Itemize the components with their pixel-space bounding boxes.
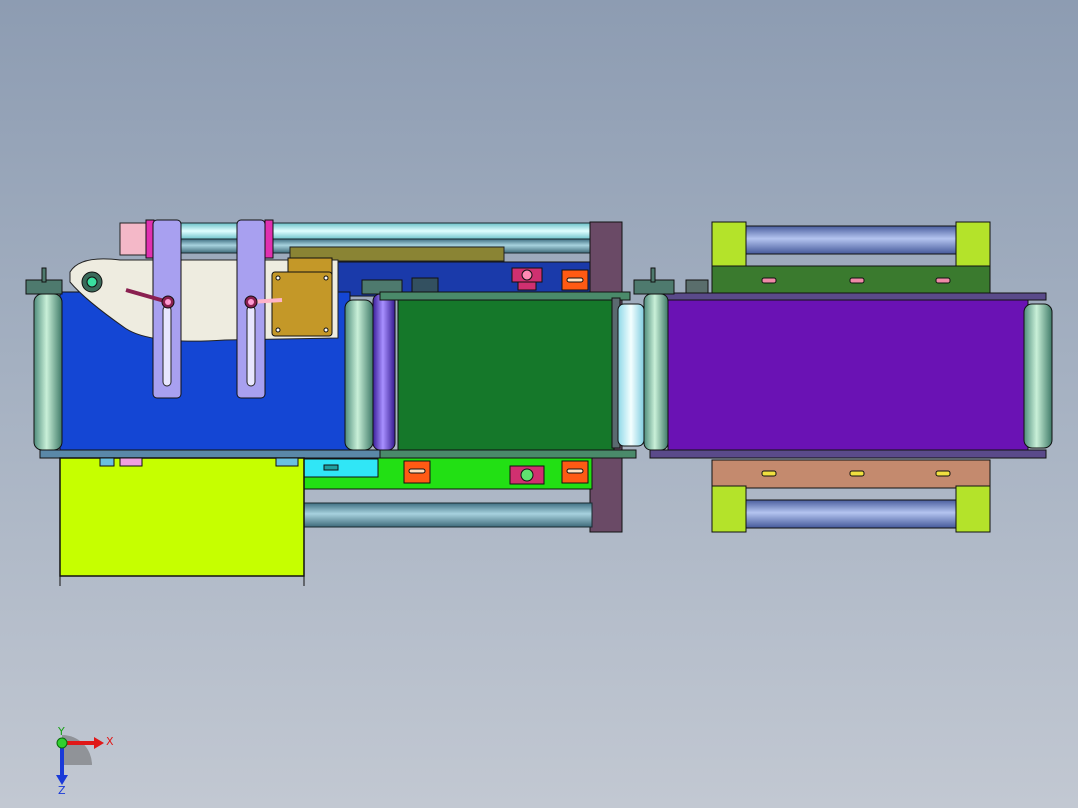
magenta-bearing-bottom[interactable]	[509, 465, 545, 485]
collection-tray[interactable]	[59, 457, 305, 577]
right-conveyor-end-roller[interactable]	[1023, 303, 1053, 449]
y-axis-label: Y	[57, 725, 65, 738]
middle-conveyor-belt[interactable]	[397, 297, 615, 455]
right-bottom-lime-block-right[interactable]	[955, 485, 991, 533]
left-end-roller[interactable]	[25, 267, 63, 451]
triad-shadow	[62, 735, 92, 765]
left-conveyor-drive-roller[interactable]	[344, 299, 374, 451]
orange-slot-block-top[interactable]	[561, 269, 589, 291]
right-conveyor-top-rail[interactable]	[649, 292, 1047, 301]
tray-clip-right	[275, 457, 299, 467]
orange-slot-block-bottom-left[interactable]	[403, 460, 431, 484]
left-bottom-rail[interactable]	[39, 449, 381, 459]
right-top-lime-block-left[interactable]	[711, 221, 747, 269]
coordinate-triad[interactable]: X Y Z	[40, 725, 130, 795]
right-top-shaft[interactable]	[743, 225, 961, 255]
tray-clip-mid	[119, 457, 143, 467]
cyan-bracket-slot	[323, 464, 339, 471]
middle-conveyor-top-rail[interactable]	[379, 291, 631, 301]
right-bottom-lime-block-left[interactable]	[711, 485, 747, 533]
right-top-lime-block-right[interactable]	[955, 221, 991, 269]
cyan-bracket[interactable]	[301, 458, 379, 478]
x-axis-label: X	[106, 735, 114, 748]
orange-slot-block-bottom-right[interactable]	[561, 460, 589, 484]
middle-conveyor-bottom-rail[interactable]	[379, 449, 637, 459]
middle-conveyor-right-roller[interactable]	[611, 297, 645, 449]
y-axis-point	[56, 737, 68, 749]
right-conveyor-bottom-rail[interactable]	[649, 449, 1047, 459]
tray-clip-left	[99, 457, 115, 467]
conveyor-assembly-model[interactable]	[0, 0, 1078, 808]
right-bottom-shaft[interactable]	[743, 499, 961, 529]
right-conveyor-belt[interactable]	[667, 297, 1029, 453]
green-knob[interactable]	[81, 271, 103, 293]
bottom-frame-shaft[interactable]	[299, 502, 593, 528]
cad-viewport[interactable]: X Y Z	[0, 0, 1078, 808]
z-axis-label: Z	[58, 784, 66, 795]
